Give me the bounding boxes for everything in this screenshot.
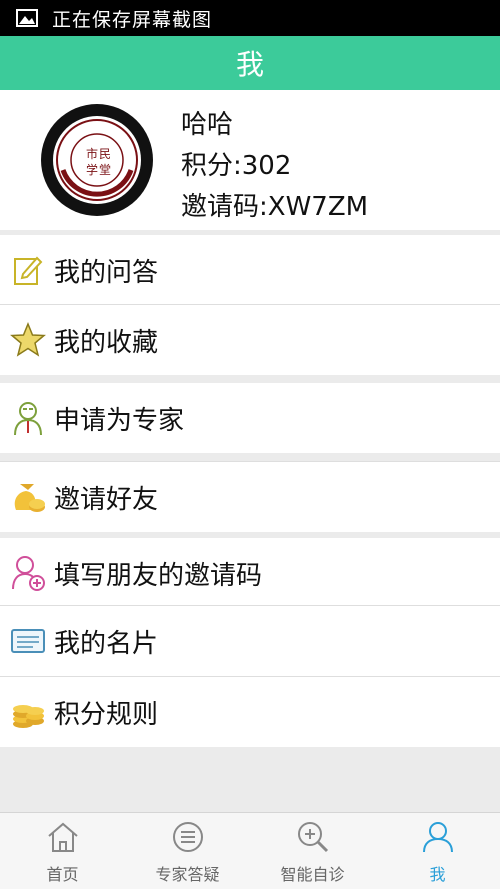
menu-item-my-favorites[interactable]: 我的收藏 <box>0 305 500 375</box>
nav-label: 我 <box>429 865 446 884</box>
menu-label: 填写朋友的邀请码 <box>54 560 263 591</box>
menu-item-my-questions[interactable]: 我的问答 <box>0 235 500 305</box>
nav-home[interactable]: 首页 <box>0 813 125 889</box>
user-invite-code: 邀请码:XW7ZM <box>181 192 369 222</box>
user-icon <box>421 821 455 857</box>
nav-label: 首页 <box>46 865 79 884</box>
menu-label: 积分规则 <box>54 699 159 730</box>
menu-label: 邀请好友 <box>54 484 159 515</box>
svg-text:学: 学 <box>86 162 98 177</box>
user-name: 哈哈 <box>181 110 234 140</box>
menu-label: 申请为专家 <box>54 405 185 436</box>
menu-label: 我的问答 <box>54 257 159 288</box>
edit-note-icon <box>10 252 46 288</box>
bottom-nav: 首页 专家答疑 智能自诊 我 <box>0 812 500 889</box>
page-title: 我 <box>0 36 500 90</box>
menu-label: 我的名片 <box>54 628 159 659</box>
add-user-icon <box>10 555 46 591</box>
star-icon <box>10 322 46 358</box>
status-bar: 正在保存屏幕截图 <box>0 0 500 36</box>
nav-self-diagnosis[interactable]: 智能自诊 <box>250 813 375 889</box>
chat-icon <box>171 821 205 857</box>
expert-person-icon <box>10 400 46 436</box>
menu-label: 我的收藏 <box>54 327 159 358</box>
menu-item-enter-friend-code[interactable]: 填写朋友的邀请码 <box>0 538 500 608</box>
user-points: 积分:302 <box>181 151 292 181</box>
nav-label: 智能自诊 <box>280 865 345 884</box>
svg-text:堂: 堂 <box>99 163 111 177</box>
image-icon <box>16 9 38 27</box>
home-icon <box>46 821 80 857</box>
coin-stack-icon <box>10 694 46 730</box>
profile-card[interactable]: 市 民 学 堂 哈哈 积分:302 邀请码:XW7ZM <box>0 90 500 230</box>
id-card-icon <box>10 623 46 659</box>
svg-text:民: 民 <box>99 147 111 161</box>
status-text: 正在保存屏幕截图 <box>52 8 213 31</box>
nav-me[interactable]: 我 <box>375 813 500 889</box>
menu-item-invite-friends[interactable]: 邀请好友 <box>0 462 500 532</box>
nav-expert-qa[interactable]: 专家答疑 <box>125 813 250 889</box>
school-logo-icon[interactable]: 市 民 学 堂 <box>41 104 153 216</box>
search-plus-icon <box>296 821 330 857</box>
nav-label: 专家答疑 <box>155 865 220 884</box>
menu-item-apply-expert[interactable]: 申请为专家 <box>0 383 500 453</box>
menu-item-my-card[interactable]: 我的名片 <box>0 606 500 676</box>
svg-text:市: 市 <box>86 146 98 161</box>
menu-item-points-rules[interactable]: 积分规则 <box>0 677 500 747</box>
money-bag-icon <box>10 479 46 515</box>
